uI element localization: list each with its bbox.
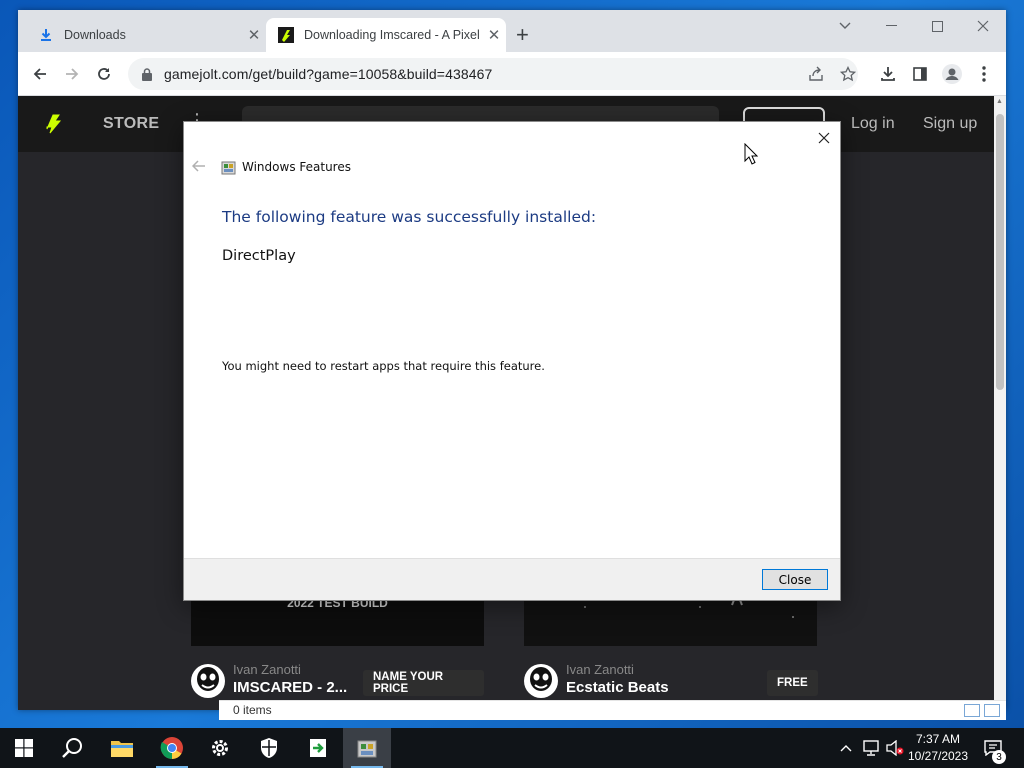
windows-features-dialog: Windows Features The following feature w… xyxy=(183,121,841,601)
game-title[interactable]: IMSCARED - 2... xyxy=(233,679,347,696)
back-arrow-icon[interactable] xyxy=(191,159,206,176)
tab-search-icon[interactable] xyxy=(822,10,868,42)
gamejolt-logo-icon[interactable] xyxy=(44,112,62,139)
file-explorer-icon[interactable] xyxy=(98,728,146,768)
downloads-icon[interactable] xyxy=(876,62,900,86)
scrollbar-thumb[interactable] xyxy=(996,114,1004,390)
lock-icon[interactable] xyxy=(140,67,154,81)
taskbar: 7:37 AM 10/27/2023 3 xyxy=(0,728,1024,768)
notification-count-badge: 3 xyxy=(992,750,1006,764)
url-text: gamejolt.com/get/build?game=10058&build=… xyxy=(164,66,493,82)
tab-gamejolt[interactable]: Downloading Imscared - A Pixel ✕ xyxy=(266,18,506,52)
dialog-footer: Close xyxy=(184,558,840,600)
dialog-close-icon[interactable] xyxy=(812,126,836,150)
close-window-button[interactable] xyxy=(960,10,1006,42)
game-card-meta: Ivan Zanotti Ecstatic Beats FREE xyxy=(524,662,818,702)
tab-title: Downloading Imscared - A Pixel xyxy=(304,28,480,42)
dialog-app-title: Windows Features xyxy=(242,160,351,174)
price-badge[interactable]: NAME YOUR PRICE xyxy=(363,670,484,696)
windows-features-icon[interactable] xyxy=(343,728,391,768)
windows-start-icon[interactable] xyxy=(0,728,48,768)
tab-title: Downloads xyxy=(64,28,126,42)
tab-close-icon[interactable]: ✕ xyxy=(482,26,506,44)
forward-button[interactable] xyxy=(60,62,84,86)
downloads-app-icon[interactable] xyxy=(294,728,342,768)
game-title[interactable]: Ecstatic Beats xyxy=(566,679,669,696)
avatar[interactable] xyxy=(524,664,558,698)
game-card-meta: Ivan Zanotti IMSCARED - 2... NAME YOUR P… xyxy=(191,662,484,702)
minimize-button[interactable] xyxy=(868,10,914,42)
item-count: 0 items xyxy=(233,703,272,717)
share-icon[interactable] xyxy=(804,62,828,86)
chrome-icon[interactable] xyxy=(148,728,196,768)
store-link[interactable]: STORE xyxy=(103,115,159,133)
profile-avatar-icon[interactable] xyxy=(940,62,964,86)
gamejolt-icon xyxy=(278,27,294,43)
search-icon[interactable] xyxy=(48,728,96,768)
maximize-button[interactable] xyxy=(914,10,960,42)
tab-close-icon[interactable]: ✕ xyxy=(242,26,266,44)
new-tab-button[interactable]: + xyxy=(516,24,529,46)
dialog-heading: The following feature was successfully i… xyxy=(222,208,597,226)
close-button[interactable]: Close xyxy=(762,569,828,590)
windows-features-icon xyxy=(221,160,236,175)
game-author[interactable]: Ivan Zanotti xyxy=(566,662,634,677)
signup-link[interactable]: Sign up xyxy=(923,115,977,133)
mouse-cursor-icon xyxy=(744,142,759,170)
price-badge[interactable]: FREE xyxy=(767,670,818,696)
game-author[interactable]: Ivan Zanotti xyxy=(233,662,301,677)
settings-icon[interactable] xyxy=(196,728,244,768)
reload-button[interactable] xyxy=(92,62,116,86)
tab-downloads[interactable]: Downloads ✕ xyxy=(26,18,266,52)
details-view-icon[interactable] xyxy=(964,704,980,717)
login-link[interactable]: Log in xyxy=(851,115,895,133)
volume-muted-icon[interactable] xyxy=(884,728,906,768)
address-bar[interactable]: gamejolt.com/get/build?game=10058&build=… xyxy=(128,58,858,90)
tab-strip: Downloads ✕ Downloading Imscared - A Pix… xyxy=(18,10,1006,52)
back-button[interactable] xyxy=(28,62,52,86)
bookmark-star-icon[interactable] xyxy=(836,62,860,86)
installed-feature-name: DirectPlay xyxy=(222,248,296,264)
tiles-view-icon[interactable] xyxy=(984,704,1000,717)
show-hidden-icons-icon[interactable] xyxy=(836,728,856,768)
network-icon[interactable] xyxy=(860,728,882,768)
browser-toolbar: gamejolt.com/get/build?game=10058&build=… xyxy=(18,52,1006,96)
clock-date: 10/27/2023 xyxy=(907,749,969,763)
restart-note: You might need to restart apps that requ… xyxy=(222,359,545,373)
avatar[interactable] xyxy=(191,664,225,698)
clock-time: 7:37 AM xyxy=(915,732,961,746)
download-icon xyxy=(38,27,54,43)
chrome-menu-icon[interactable] xyxy=(972,62,996,86)
vertical-scrollbar[interactable]: ▲ ▼ xyxy=(994,96,1006,710)
windows-security-icon[interactable] xyxy=(245,728,293,768)
side-panel-icon[interactable] xyxy=(908,62,932,86)
scroll-up-icon[interactable]: ▲ xyxy=(996,98,1003,105)
explorer-status-bar: 0 items xyxy=(219,700,1006,720)
system-clock[interactable]: 7:37 AM 10/27/2023 xyxy=(904,731,972,765)
